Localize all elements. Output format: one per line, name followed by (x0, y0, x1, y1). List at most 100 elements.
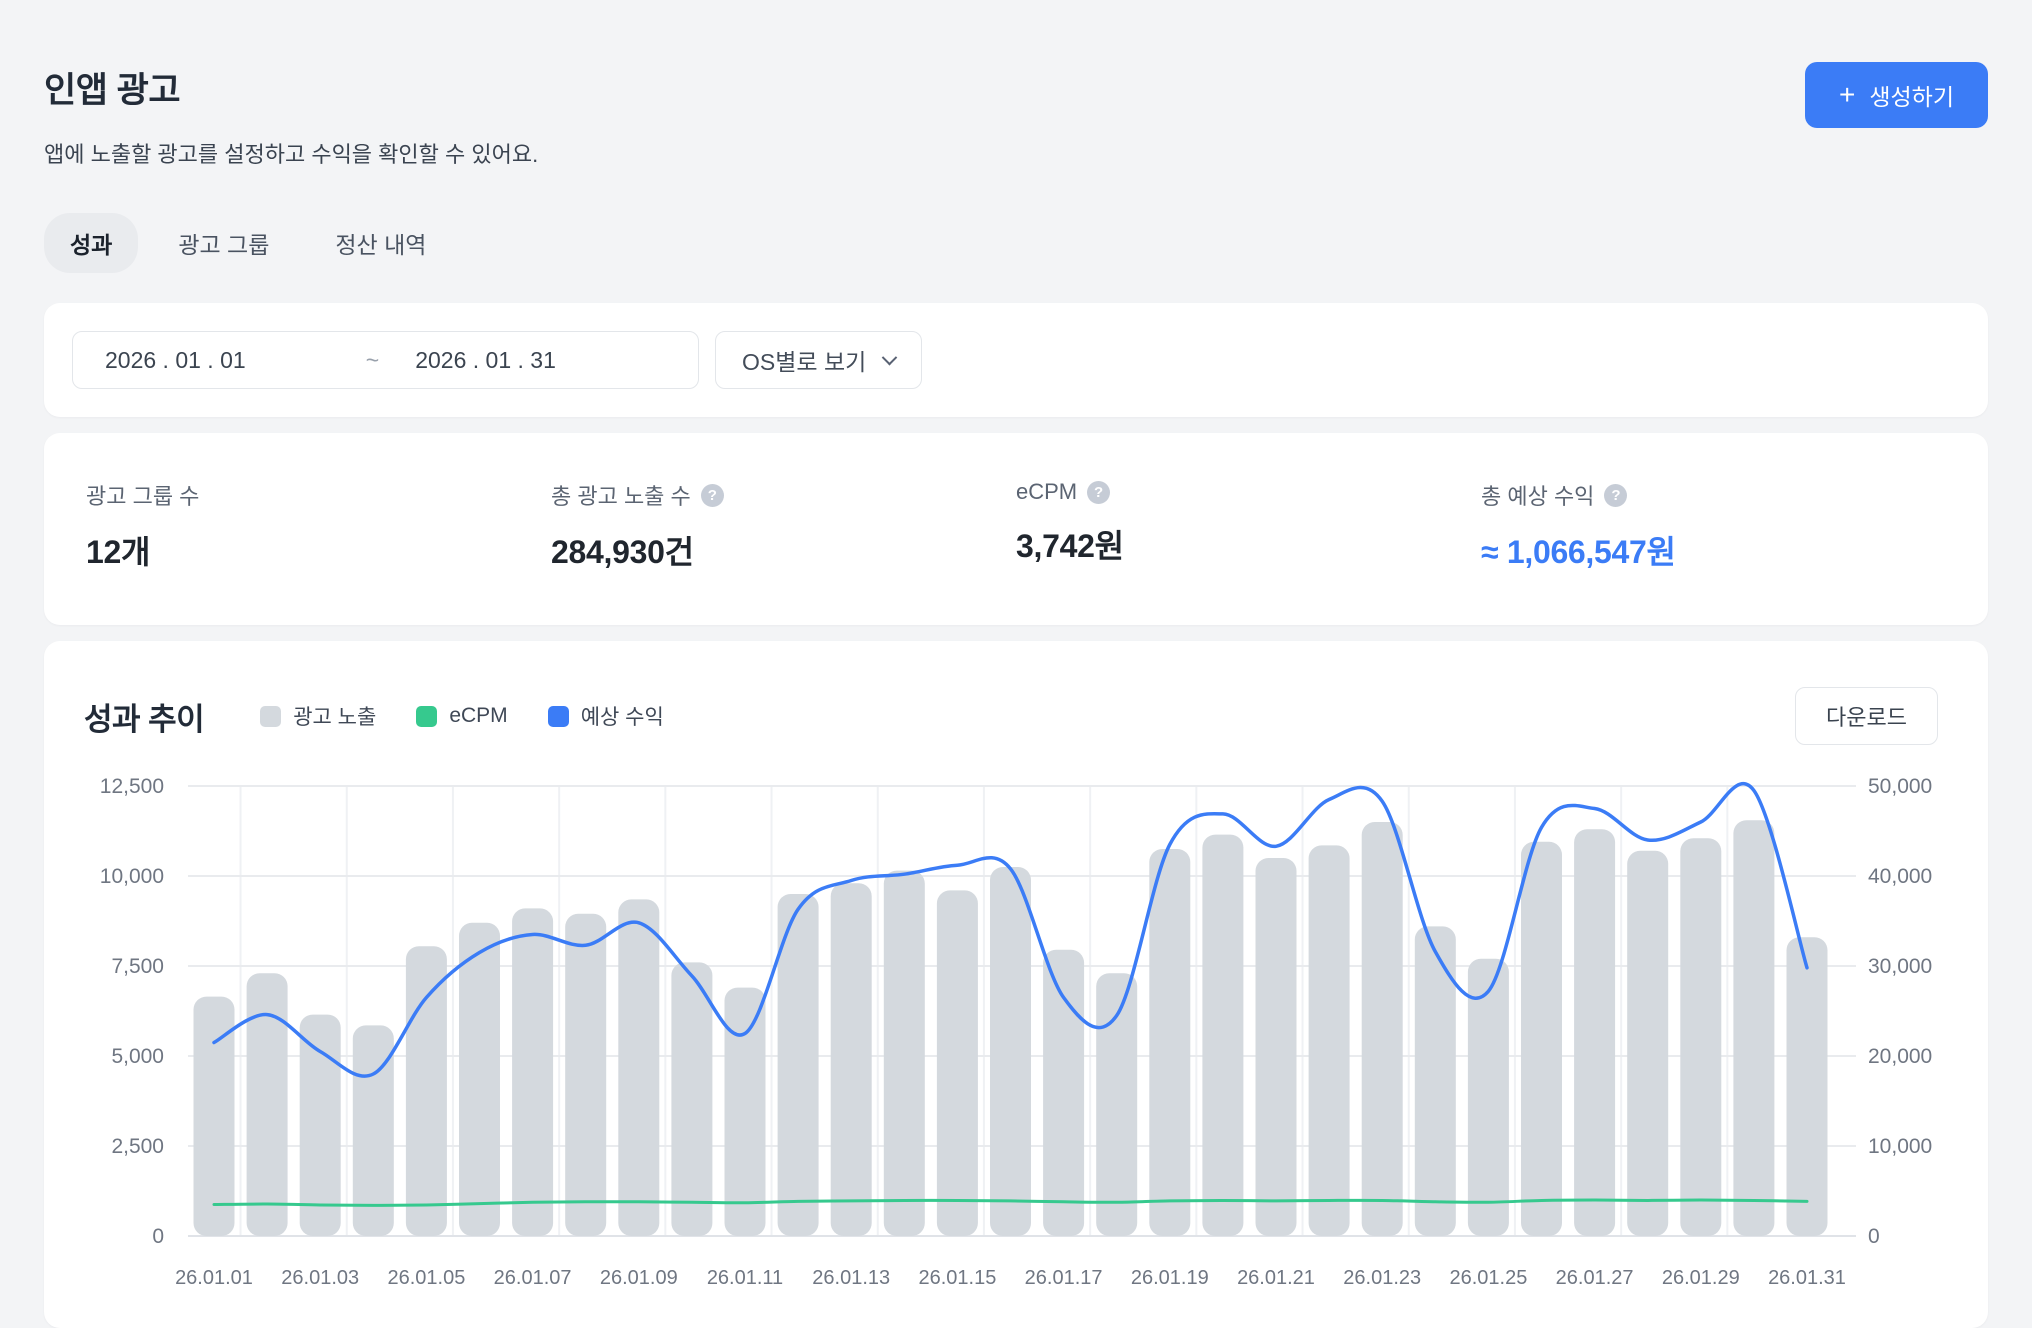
bar-26.01.17 (1043, 950, 1084, 1236)
left-axis-tick: 7,500 (111, 955, 164, 978)
stat-label: 총 예상 수익 (1481, 479, 1594, 511)
bar-26.01.29 (1680, 838, 1721, 1236)
bar-26.01.21 (1256, 858, 1297, 1236)
x-axis-tick: 26.01.23 (1343, 1267, 1421, 1289)
stat-value: 284,930건 (551, 527, 1016, 573)
help-icon[interactable]: ? (1604, 484, 1627, 507)
legend-label: 광고 노출 (293, 701, 376, 731)
left-axis-tick: 5,000 (111, 1045, 164, 1068)
help-icon[interactable]: ? (701, 484, 724, 507)
tab-0[interactable]: 성과 (44, 213, 138, 273)
x-axis-tick: 26.01.15 (918, 1267, 996, 1289)
inapp-ads-page: 인앱 광고 앱에 노출할 광고를 설정하고 수익을 확인할 수 있어요. + 생… (0, 0, 2032, 1328)
x-axis-tick: 26.01.11 (707, 1267, 783, 1289)
summary-stats-card: 광고 그룹 수 12개총 광고 노출 수? 284,930건eCPM? 3,742원총… (44, 433, 1988, 625)
left-axis-tick: 10,000 (100, 865, 164, 888)
date-end-value: 2026 . 01 . 31 (389, 347, 666, 374)
x-axis-tick: 26.01.27 (1556, 1267, 1634, 1289)
legend-swatch (260, 706, 281, 727)
left-axis-tick: 12,500 (100, 775, 164, 798)
page-title: 인앱 광고 (44, 62, 538, 113)
bar-26.01.15 (937, 890, 978, 1236)
bar-26.01.26 (1521, 842, 1562, 1236)
x-axis-tick: 26.01.19 (1131, 1267, 1209, 1289)
x-axis-tick: 26.01.01 (175, 1267, 253, 1289)
bar-26.01.05 (406, 946, 447, 1236)
stat-1: 총 광고 노출 수? 284,930건 (551, 479, 1016, 573)
bar-26.01.07 (512, 908, 553, 1236)
bar-26.01.23 (1362, 822, 1403, 1236)
chart-header-left: 성과 추이 광고 노출 eCPM 예상 수익 (84, 694, 664, 739)
performance-chart: 0 2,500 5,000 7,500 10,000 12,500 0 10,000 20,00… (44, 757, 1988, 1302)
chevron-down-icon (882, 349, 898, 365)
bar-26.01.11 (725, 988, 766, 1236)
x-axis-tick: 26.01.31 (1768, 1267, 1846, 1289)
performance-chart-card: 성과 추이 광고 노출 eCPM 예상 수익 다운로드 0 2,500 5,000 7,5… (44, 641, 1988, 1328)
legend-item-2[interactable]: 예상 수익 (548, 701, 664, 731)
filter-card: 2026 . 01 . 01 ~ 2026 . 01 . 31 OS별로 보기 (44, 303, 1988, 417)
bar-26.01.22 (1309, 845, 1350, 1236)
chart-title: 성과 추이 (84, 694, 204, 739)
stat-value: ≈ 1,066,547원 (1481, 527, 1946, 573)
bar-26.01.02 (247, 973, 288, 1236)
stat-0: 광고 그룹 수 12개 (86, 479, 551, 573)
legend-item-1[interactable]: eCPM (416, 704, 507, 728)
legend-label: 예상 수익 (581, 701, 664, 731)
legend-swatch (416, 706, 437, 727)
bar-26.01.30 (1733, 820, 1774, 1236)
help-icon[interactable]: ? (1087, 481, 1110, 504)
date-separator: ~ (356, 347, 389, 374)
bar-26.01.08 (565, 914, 606, 1236)
x-axis-tick: 26.01.17 (1025, 1267, 1103, 1289)
right-axis-tick: 20,000 (1868, 1045, 1932, 1068)
right-axis-tick: 30,000 (1868, 955, 1932, 978)
bar-26.01.31 (1787, 937, 1828, 1236)
stat-2: eCPM? 3,742원 (1016, 479, 1481, 573)
create-button-label: 생성하기 (1869, 78, 1954, 112)
os-filter-select[interactable]: OS별로 보기 (715, 331, 922, 389)
stat-label: eCPM (1016, 479, 1077, 505)
bar-26.01.16 (990, 867, 1031, 1236)
stat-label: 총 광고 노출 수 (551, 479, 691, 511)
os-filter-label: OS별로 보기 (742, 343, 866, 377)
bar-26.01.19 (1149, 849, 1190, 1236)
page-subtitle: 앱에 노출할 광고를 설정하고 수익을 확인할 수 있어요. (44, 137, 538, 169)
bar-26.01.28 (1627, 851, 1668, 1236)
x-axis-tick: 26.01.21 (1237, 1267, 1315, 1289)
right-axis-tick: 0 (1868, 1225, 1880, 1248)
bar-26.01.10 (671, 962, 712, 1236)
legend-swatch (548, 706, 569, 727)
chart-legend: 광고 노출 eCPM 예상 수익 (260, 701, 664, 731)
right-axis-tick: 40,000 (1868, 865, 1932, 888)
legend-item-0[interactable]: 광고 노출 (260, 701, 376, 731)
x-axis-tick: 26.01.07 (494, 1267, 572, 1289)
chart-header: 성과 추이 광고 노출 eCPM 예상 수익 다운로드 (44, 687, 1988, 745)
tab-bar: 성과광고 그룹정산 내역 (44, 213, 1988, 273)
right-axis-tick: 10,000 (1868, 1135, 1932, 1158)
date-range-input[interactable]: 2026 . 01 . 01 ~ 2026 . 01 . 31 (72, 331, 699, 389)
x-axis-tick: 26.01.29 (1662, 1267, 1740, 1289)
tab-2[interactable]: 정산 내역 (309, 213, 452, 273)
stat-value: 12개 (86, 527, 551, 573)
bar-26.01.14 (884, 871, 925, 1236)
create-button[interactable]: + 생성하기 (1805, 62, 1988, 128)
page-header-text: 인앱 광고 앱에 노출할 광고를 설정하고 수익을 확인할 수 있어요. (44, 62, 538, 169)
bar-26.01.27 (1574, 829, 1615, 1236)
tab-1[interactable]: 광고 그룹 (152, 213, 295, 273)
bar-26.01.25 (1468, 959, 1509, 1236)
right-axis-tick: 50,000 (1868, 775, 1932, 798)
chart-area: 0 2,500 5,000 7,500 10,000 12,500 0 10,000 20,00… (44, 757, 1988, 1302)
download-button[interactable]: 다운로드 (1795, 687, 1938, 745)
bar-26.01.20 (1202, 835, 1243, 1236)
legend-label: eCPM (449, 704, 507, 728)
left-axis-tick: 2,500 (111, 1135, 164, 1158)
bar-26.01.09 (618, 899, 659, 1236)
stat-label: 광고 그룹 수 (86, 479, 199, 511)
x-axis-tick: 26.01.03 (281, 1267, 359, 1289)
bar-26.01.13 (831, 883, 872, 1236)
plus-icon: + (1839, 81, 1855, 109)
stat-value: 3,742원 (1016, 521, 1481, 567)
page-header: 인앱 광고 앱에 노출할 광고를 설정하고 수익을 확인할 수 있어요. + 생… (44, 0, 1988, 169)
stat-3: 총 예상 수익? ≈ 1,066,547원 (1481, 479, 1946, 573)
left-axis-tick: 0 (152, 1225, 164, 1248)
